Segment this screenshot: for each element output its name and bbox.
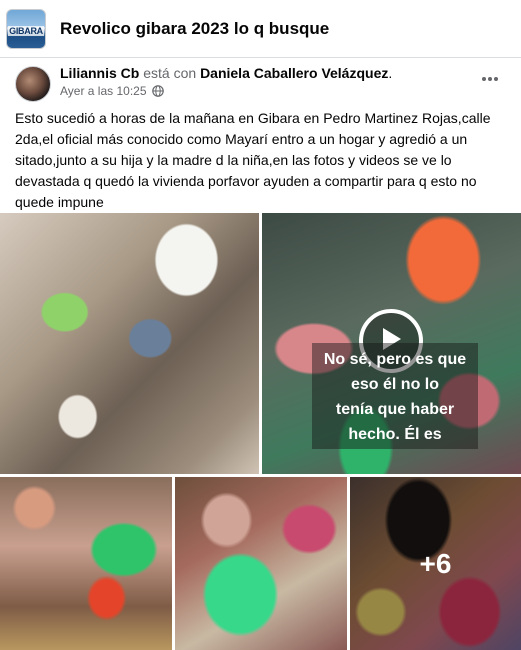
author-line: Liliannis Cb está con Daniela Caballero … bbox=[60, 65, 392, 81]
video-caption-line: tenía que haber bbox=[335, 401, 455, 418]
post-timestamp[interactable]: Ayer a las 10:25 bbox=[60, 84, 147, 98]
video-caption: No sé, pero es que eso él no lo tenía qu… bbox=[312, 343, 478, 449]
group-thumbnail-text: GIBARA bbox=[8, 25, 44, 36]
post-time-line: Ayer a las 10:25 bbox=[60, 84, 392, 98]
author-name[interactable]: Liliannis Cb bbox=[60, 65, 139, 81]
post-more-button[interactable] bbox=[475, 66, 505, 90]
post-photo-5[interactable]: +6 bbox=[350, 477, 521, 650]
video-caption-line: eso él no lo bbox=[350, 376, 439, 393]
post-photo-1[interactable] bbox=[0, 213, 259, 474]
group-thumbnail[interactable]: GIBARA bbox=[6, 8, 46, 49]
tagged-name[interactable]: Daniela Caballero Velázquez bbox=[200, 65, 388, 81]
video-caption-line: No sé, pero es que bbox=[323, 351, 467, 368]
post-video[interactable]: No sé, pero es que eso él no lo tenía qu… bbox=[262, 213, 521, 474]
video-caption-line: hecho. Él es bbox=[348, 426, 442, 443]
author-avatar[interactable] bbox=[15, 66, 51, 102]
more-dots-icon bbox=[481, 69, 499, 87]
author-meta: Liliannis Cb está con Daniela Caballero … bbox=[60, 65, 392, 107]
group-header: GIBARA Revolico gibara 2023 lo q busque bbox=[0, 0, 521, 58]
post-card: Liliannis Cb está con Daniela Caballero … bbox=[0, 58, 521, 650]
more-photos-count: +6 bbox=[419, 547, 452, 579]
with-text: está con bbox=[143, 65, 197, 81]
post-photo-3[interactable] bbox=[0, 477, 172, 650]
group-title[interactable]: Revolico gibara 2023 lo q busque bbox=[60, 19, 329, 39]
tagged-suffix: . bbox=[388, 65, 393, 81]
more-photos-overlay[interactable]: +6 bbox=[350, 477, 521, 650]
globe-icon[interactable] bbox=[151, 85, 164, 97]
post-author-row: Liliannis Cb está con Daniela Caballero … bbox=[15, 63, 515, 107]
post-text: Esto sucedió a horas de la mañana en Gib… bbox=[15, 110, 491, 210]
post-photo-4[interactable] bbox=[175, 477, 347, 650]
